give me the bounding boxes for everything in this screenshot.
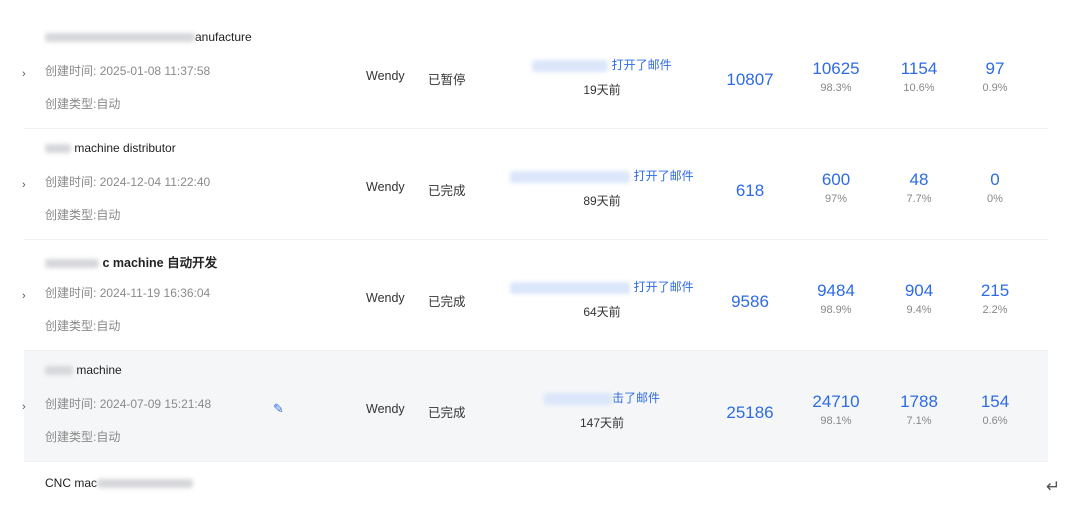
last-email-activity[interactable]: 打开了邮件 89天前 bbox=[502, 167, 702, 209]
enter-return-icon: ↵ bbox=[1046, 477, 1061, 496]
created-type: 创建类型:自动 bbox=[45, 430, 121, 444]
sent-count[interactable]: 10807 bbox=[710, 70, 790, 90]
owner-name: Wendy bbox=[366, 291, 405, 305]
redacted-text bbox=[45, 259, 99, 269]
delivered-count[interactable]: 24710 98.1% bbox=[796, 392, 876, 427]
status-text: 已暂停 bbox=[428, 73, 466, 87]
owner-name: Wendy bbox=[366, 180, 405, 194]
chevron-right-icon[interactable]: › bbox=[22, 179, 26, 191]
created-time: 创建时间: 2024-11-19 16:36:04 bbox=[45, 286, 211, 300]
opened-count[interactable]: 1154 10.6% bbox=[879, 59, 959, 94]
last-email-activity[interactable]: 打开了邮件 19天前 bbox=[502, 56, 702, 98]
campaign-title[interactable]: machine bbox=[45, 363, 122, 377]
campaign-title[interactable]: c machine 自动开发 bbox=[45, 252, 217, 271]
opened-count[interactable]: 48 7.7% bbox=[879, 170, 959, 205]
created-type: 创建类型:自动 bbox=[45, 97, 121, 111]
redacted-email bbox=[510, 281, 631, 294]
clicked-count[interactable]: 154 0.6% bbox=[955, 392, 1035, 427]
redacted-text bbox=[45, 366, 73, 376]
campaign-title[interactable]: machine distributor bbox=[45, 141, 176, 155]
delivered-count[interactable]: 9484 98.9% bbox=[796, 281, 876, 316]
table-row[interactable]: › machine distributor 创建时间: 2024-12-04 1… bbox=[22, 129, 1048, 240]
chevron-right-icon[interactable]: › bbox=[22, 68, 26, 80]
clicked-count[interactable]: 97 0.9% bbox=[955, 59, 1035, 94]
pencil-icon[interactable]: ✎ bbox=[273, 401, 284, 417]
status-text: 已完成 bbox=[428, 295, 466, 309]
opened-count[interactable]: 1788 7.1% bbox=[879, 392, 959, 427]
created-time: 创建时间: 2024-12-04 11:22:40 bbox=[45, 175, 211, 189]
campaign-title[interactable]: CNC mac bbox=[45, 476, 194, 490]
owner-name: Wendy bbox=[366, 402, 405, 416]
redacted-text bbox=[45, 33, 195, 43]
created-type: 创建类型:自动 bbox=[45, 208, 121, 222]
table-row[interactable]: › anufacture 创建时间: 2025-01-08 11:37:58 创… bbox=[22, 18, 1048, 129]
opened-count[interactable]: 904 9.4% bbox=[879, 281, 959, 316]
redacted-text bbox=[45, 144, 71, 154]
redacted-email bbox=[510, 170, 631, 183]
campaign-list: › anufacture 创建时间: 2025-01-08 11:37:58 创… bbox=[22, 18, 1048, 490]
campaign-title[interactable]: anufacture bbox=[45, 30, 252, 44]
redacted-text bbox=[97, 479, 194, 489]
created-type: 创建类型:自动 bbox=[45, 319, 121, 333]
table-row[interactable]: › machine 创建时间: 2024-07-09 15:21:48 创建类型… bbox=[22, 351, 1048, 462]
owner-name: Wendy bbox=[366, 69, 405, 83]
clicked-count[interactable]: 0 0% bbox=[955, 170, 1035, 205]
last-email-activity[interactable]: 击了邮件 147天前 bbox=[502, 389, 702, 431]
chevron-right-icon[interactable]: › bbox=[22, 290, 26, 302]
created-time: 创建时间: 2025-01-08 11:37:58 bbox=[45, 64, 211, 78]
status-text: 已完成 bbox=[428, 184, 466, 198]
delivered-count[interactable]: 10625 98.3% bbox=[796, 59, 876, 94]
chevron-right-icon[interactable]: › bbox=[22, 401, 26, 413]
clicked-count[interactable]: 215 2.2% bbox=[955, 281, 1035, 316]
sent-count[interactable]: 618 bbox=[710, 181, 790, 201]
sent-count[interactable]: 25186 bbox=[710, 403, 790, 423]
redacted-email bbox=[543, 392, 612, 405]
last-email-activity[interactable]: 打开了邮件 64天前 bbox=[502, 278, 702, 320]
status-text: 已完成 bbox=[428, 406, 466, 420]
redacted-email bbox=[532, 59, 609, 72]
sent-count[interactable]: 9586 bbox=[710, 292, 790, 312]
created-time: 创建时间: 2024-07-09 15:21:48 bbox=[45, 397, 212, 411]
table-row[interactable]: › c machine 自动开发 创建时间: 2024-11-19 16:36:… bbox=[22, 240, 1048, 351]
delivered-count[interactable]: 600 97% bbox=[796, 170, 876, 205]
